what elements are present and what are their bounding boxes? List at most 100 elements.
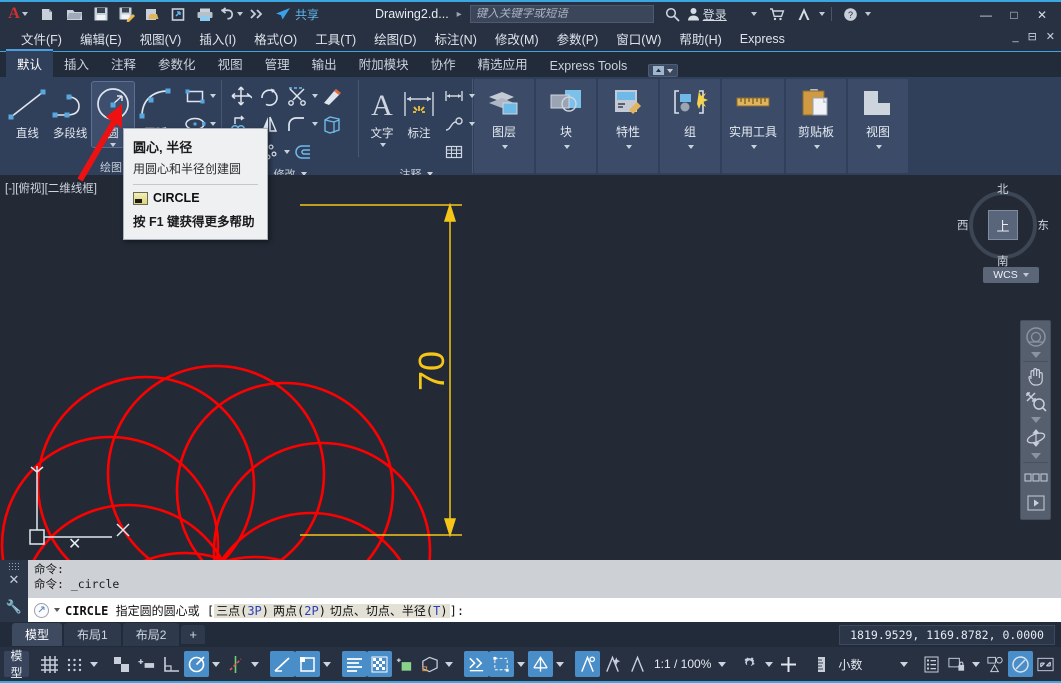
tab-collaborate[interactable]: 协作: [420, 51, 467, 77]
wcs-dropdown[interactable]: WCS: [983, 267, 1039, 283]
autoscale-toggle[interactable]: [575, 651, 600, 677]
pan-hand-icon[interactable]: [1021, 363, 1050, 389]
menu-express[interactable]: Express: [731, 30, 794, 48]
coordinates-display[interactable]: 1819.9529, 1169.8782, 0.0000: [839, 625, 1055, 645]
chevron-down-icon[interactable]: [22, 12, 28, 16]
tab-annotate[interactable]: 注释: [100, 51, 147, 77]
menu-insert[interactable]: 插入(I): [190, 27, 245, 50]
infer-constraints-toggle[interactable]: [109, 651, 134, 677]
menu-draw[interactable]: 绘图(D): [365, 27, 425, 50]
panel-block[interactable]: 块: [536, 79, 596, 173]
tab-output[interactable]: 输出: [301, 51, 348, 77]
zoom-extents-icon[interactable]: [1021, 389, 1050, 415]
tab-layout2[interactable]: 布局2: [123, 623, 180, 646]
annotation-dropdown-icon[interactable]: [556, 662, 564, 667]
panel-view-expand-icon[interactable]: [876, 145, 882, 166]
cloud-save-button[interactable]: [166, 3, 191, 25]
zoom-dropdown-icon[interactable]: [1021, 415, 1050, 425]
object-snap-tracking-toggle[interactable]: [270, 651, 295, 677]
annotation-visibility-toggle[interactable]: [528, 651, 553, 677]
panel-group[interactable]: 组: [660, 79, 720, 173]
ellipse-dropdown-icon[interactable]: [210, 122, 216, 126]
menu-help[interactable]: 帮助(H): [670, 27, 730, 50]
app-logo-button[interactable]: A: [0, 5, 36, 23]
draw-polyline-button[interactable]: 多段线: [49, 82, 92, 141]
viewcube-east-label[interactable]: 东: [1038, 217, 1050, 233]
search-input[interactable]: [476, 8, 648, 20]
menu-modify[interactable]: 修改(M): [486, 27, 548, 50]
polar-dropdown-icon[interactable]: [212, 662, 220, 667]
dynamic-input-toggle[interactable]: [134, 651, 159, 677]
linear-dim-dropdown-icon[interactable]: [469, 94, 475, 98]
command-input-row[interactable]: CIRCLE 指定圆的圆心或 [三点(3P)两点(2P)切点、切点、半径(T)]…: [28, 598, 1061, 622]
fillet-tool-button[interactable]: [283, 110, 311, 138]
search-box[interactable]: [470, 5, 654, 23]
clean-screen-toggle[interactable]: [1033, 651, 1058, 677]
annotation-scale-toggle[interactable]: [600, 651, 625, 677]
panel-layers[interactable]: 图层: [474, 79, 534, 173]
ortho-mode-toggle[interactable]: [159, 651, 184, 677]
customization-plus-button[interactable]: [776, 651, 801, 677]
menu-edit[interactable]: 编辑(E): [71, 27, 131, 50]
add-layout-button[interactable]: +: [181, 625, 205, 644]
gizmo-dropdown-icon[interactable]: [517, 662, 525, 667]
panel-utilities-expand-icon[interactable]: [751, 145, 757, 166]
viewcube-north-label[interactable]: 北: [997, 181, 1009, 197]
panel-block-expand-icon[interactable]: [564, 145, 570, 166]
lineweight-toggle[interactable]: [295, 651, 320, 677]
viewcube-west-label[interactable]: 西: [957, 217, 969, 233]
menu-window[interactable]: 窗口(W): [607, 27, 670, 50]
open-folder-button[interactable]: [62, 3, 87, 25]
move-tool-button[interactable]: [227, 82, 255, 110]
units-format-label[interactable]: 小数: [834, 656, 866, 673]
panel-properties-expand-icon[interactable]: [626, 145, 632, 166]
menu-format[interactable]: 格式(O): [245, 27, 306, 50]
command-history-dropdown-icon[interactable]: [54, 608, 60, 612]
polar-tracking-toggle[interactable]: [184, 651, 209, 677]
menu-tools[interactable]: 工具(T): [306, 27, 365, 50]
draw-line-button[interactable]: 直线: [6, 82, 49, 141]
view-cube[interactable]: 上 北 南 西 东: [961, 183, 1045, 267]
option-ttr[interactable]: 切点、切点、半径(T): [328, 604, 450, 618]
status-model-space-button[interactable]: 模型: [4, 651, 29, 677]
isolate-objects-toggle[interactable]: [983, 651, 1008, 677]
doc-restore-button[interactable]: ⊟: [1028, 30, 1037, 43]
workspace-switching-button[interactable]: [737, 651, 762, 677]
tab-layout1[interactable]: 布局1: [64, 623, 121, 646]
steering-wheel-dropdown-icon[interactable]: [1021, 350, 1050, 360]
annotation-scale-value[interactable]: 1:1 / 100%: [650, 657, 715, 671]
panel-properties[interactable]: 特性: [598, 79, 658, 173]
tab-home[interactable]: 默认: [6, 49, 53, 77]
dynamic-ucs-toggle[interactable]: [417, 651, 442, 677]
table-button[interactable]: [440, 138, 468, 166]
annotation-monitor-toggle[interactable]: [625, 651, 650, 677]
chevron-down-icon[interactable]: [751, 12, 757, 16]
tab-addins[interactable]: 附加模块: [348, 51, 420, 77]
text-dropdown-icon[interactable]: [380, 143, 386, 147]
rectangle-tool-button[interactable]: [181, 82, 209, 110]
linear-dimension-button[interactable]: [440, 82, 468, 110]
share-button[interactable]: 共享: [275, 6, 319, 23]
units-dropdown-icon[interactable]: [900, 662, 908, 667]
panel-clipboard-expand-icon[interactable]: [814, 145, 820, 166]
customize-wrench-icon[interactable]: 🔧: [6, 599, 22, 615]
lineweight-dropdown-icon[interactable]: [323, 662, 331, 667]
rectangle-dropdown-icon[interactable]: [210, 94, 216, 98]
tab-featured-apps[interactable]: 精选应用: [467, 51, 539, 77]
command-prompt-icon[interactable]: [34, 603, 49, 618]
3d-array-tool-button[interactable]: [318, 110, 346, 138]
selection-cycling-toggle[interactable]: [367, 651, 392, 677]
osnap-dropdown-icon[interactable]: [251, 662, 259, 667]
panel-layers-expand-icon[interactable]: [502, 145, 508, 166]
autodesk-account-icon[interactable]: [792, 3, 817, 25]
transparency-toggle[interactable]: [342, 651, 367, 677]
menu-dimension[interactable]: 标注(N): [426, 27, 486, 50]
ucs-dropdown-icon[interactable]: [445, 662, 453, 667]
save-file-button[interactable]: [88, 3, 113, 25]
explode-tool-button[interactable]: [290, 138, 318, 166]
option-2p[interactable]: 两点(2P): [271, 604, 328, 618]
doc-close-button[interactable]: ✕: [1046, 30, 1055, 43]
tab-view[interactable]: 视图: [207, 51, 254, 77]
store-cart-icon[interactable]: [765, 3, 790, 25]
scale-value-dropdown-icon[interactable]: [718, 662, 726, 667]
